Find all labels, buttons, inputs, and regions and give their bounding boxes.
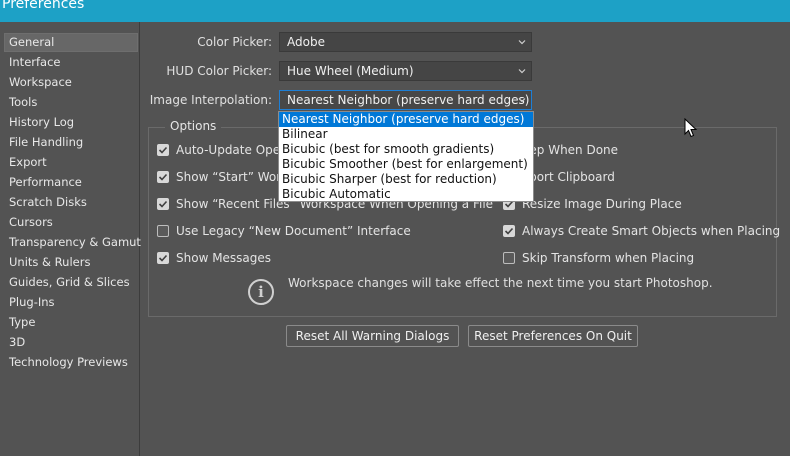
sidebar-item-type[interactable]: Type [4,313,138,332]
checkmark-icon [157,252,169,264]
checkmark-icon [157,198,169,210]
window-title: Preferences [2,0,85,12]
interpolation-option-bicubic[interactable]: Bicubic (best for smooth gradients) [279,142,533,157]
sidebar-item-transparency-gamut[interactable]: Transparency & Gamut [4,233,141,252]
chevron-down-icon [518,96,526,104]
sidebar-item-file-handling[interactable]: File Handling [4,133,138,152]
image-interpolation-label: Image Interpolation: [149,93,272,107]
checkbox-label: xport Clipboard [522,170,615,184]
hud-color-picker-label: HUD Color Picker: [166,64,272,78]
chevron-down-icon [518,67,526,75]
chevron-down-icon [518,38,526,46]
interpolation-option-bicubic-smoother[interactable]: Bicubic Smoother (best for enlargement) [279,157,533,172]
sidebar-item-guides-grid-slices[interactable]: Guides, Grid & Slices [4,273,138,292]
checkbox-box [157,225,169,237]
checkbox-label: Show Messages [176,251,272,265]
sidebar-item-export[interactable]: Export [4,153,138,172]
checkbox-box [503,252,515,264]
sidebar-item-scratch-disks[interactable]: Scratch Disks [4,193,138,212]
checkbox-label: Show “Start” Work [176,170,289,184]
color-picker-select[interactable]: Adobe [279,32,532,52]
checkmark-icon [157,144,169,156]
checkbox-label: Always Create Smart Objects when Placing [522,224,781,238]
interpolation-option-bilinear[interactable]: Bilinear [279,127,533,142]
checkbox-label: Use Legacy “New Document” Interface [176,224,411,238]
color-picker-label: Color Picker: [197,35,272,49]
checkbox-label: Auto-Update Oper [176,143,286,157]
workspace-info-text: Workspace changes will take effect the n… [288,276,713,290]
checkmark-icon [157,171,169,183]
sidebar-item-plug-ins[interactable]: Plug-Ins [4,293,138,312]
checkbox-label: Resize Image During Place [522,197,682,211]
window-titlebar: Preferences [0,0,790,22]
image-interpolation-select[interactable]: Nearest Neighbor (preserve hard edges) [279,90,532,110]
hud-color-picker-select[interactable]: Hue Wheel (Medium) [279,61,532,81]
image-interpolation-value: Nearest Neighbor (preserve hard edges) [287,93,530,107]
sidebar-item-3d[interactable]: 3D [4,333,138,352]
sidebar-item-units-rulers[interactable]: Units & Rulers [4,253,138,272]
sidebar-item-performance[interactable]: Performance [4,173,138,192]
reset-all-warning-dialogs-button[interactable]: Reset All Warning Dialogs [286,325,459,347]
interpolation-option-bicubic-automatic[interactable]: Bicubic Automatic [279,187,533,202]
interpolation-option-nearest-neighbor[interactable]: Nearest Neighbor (preserve hard edges) [279,112,533,127]
sidebar-item-history-log[interactable]: History Log [4,113,138,132]
preferences-sidebar: General Interface Workspace Tools Histor… [0,22,141,456]
hud-color-picker-value: Hue Wheel (Medium) [287,64,414,78]
info-icon: i [248,279,274,305]
options-group-title: Options [165,119,222,133]
sidebar-item-cursors[interactable]: Cursors [4,213,138,232]
sidebar-item-technology-previews[interactable]: Technology Previews [4,353,138,372]
color-picker-value: Adobe [287,35,325,49]
interpolation-option-bicubic-sharper[interactable]: Bicubic Sharper (best for reduction) [279,172,533,187]
mouse-pointer-icon [684,117,698,141]
checkbox-label: Skip Transform when Placing [522,251,695,265]
checkmark-icon [503,225,515,237]
checkbox-label: eep When Done [522,143,619,157]
reset-preferences-on-quit-button[interactable]: Reset Preferences On Quit [468,325,638,347]
image-interpolation-dropdown-list: Nearest Neighbor (preserve hard edges) B… [278,111,534,202]
